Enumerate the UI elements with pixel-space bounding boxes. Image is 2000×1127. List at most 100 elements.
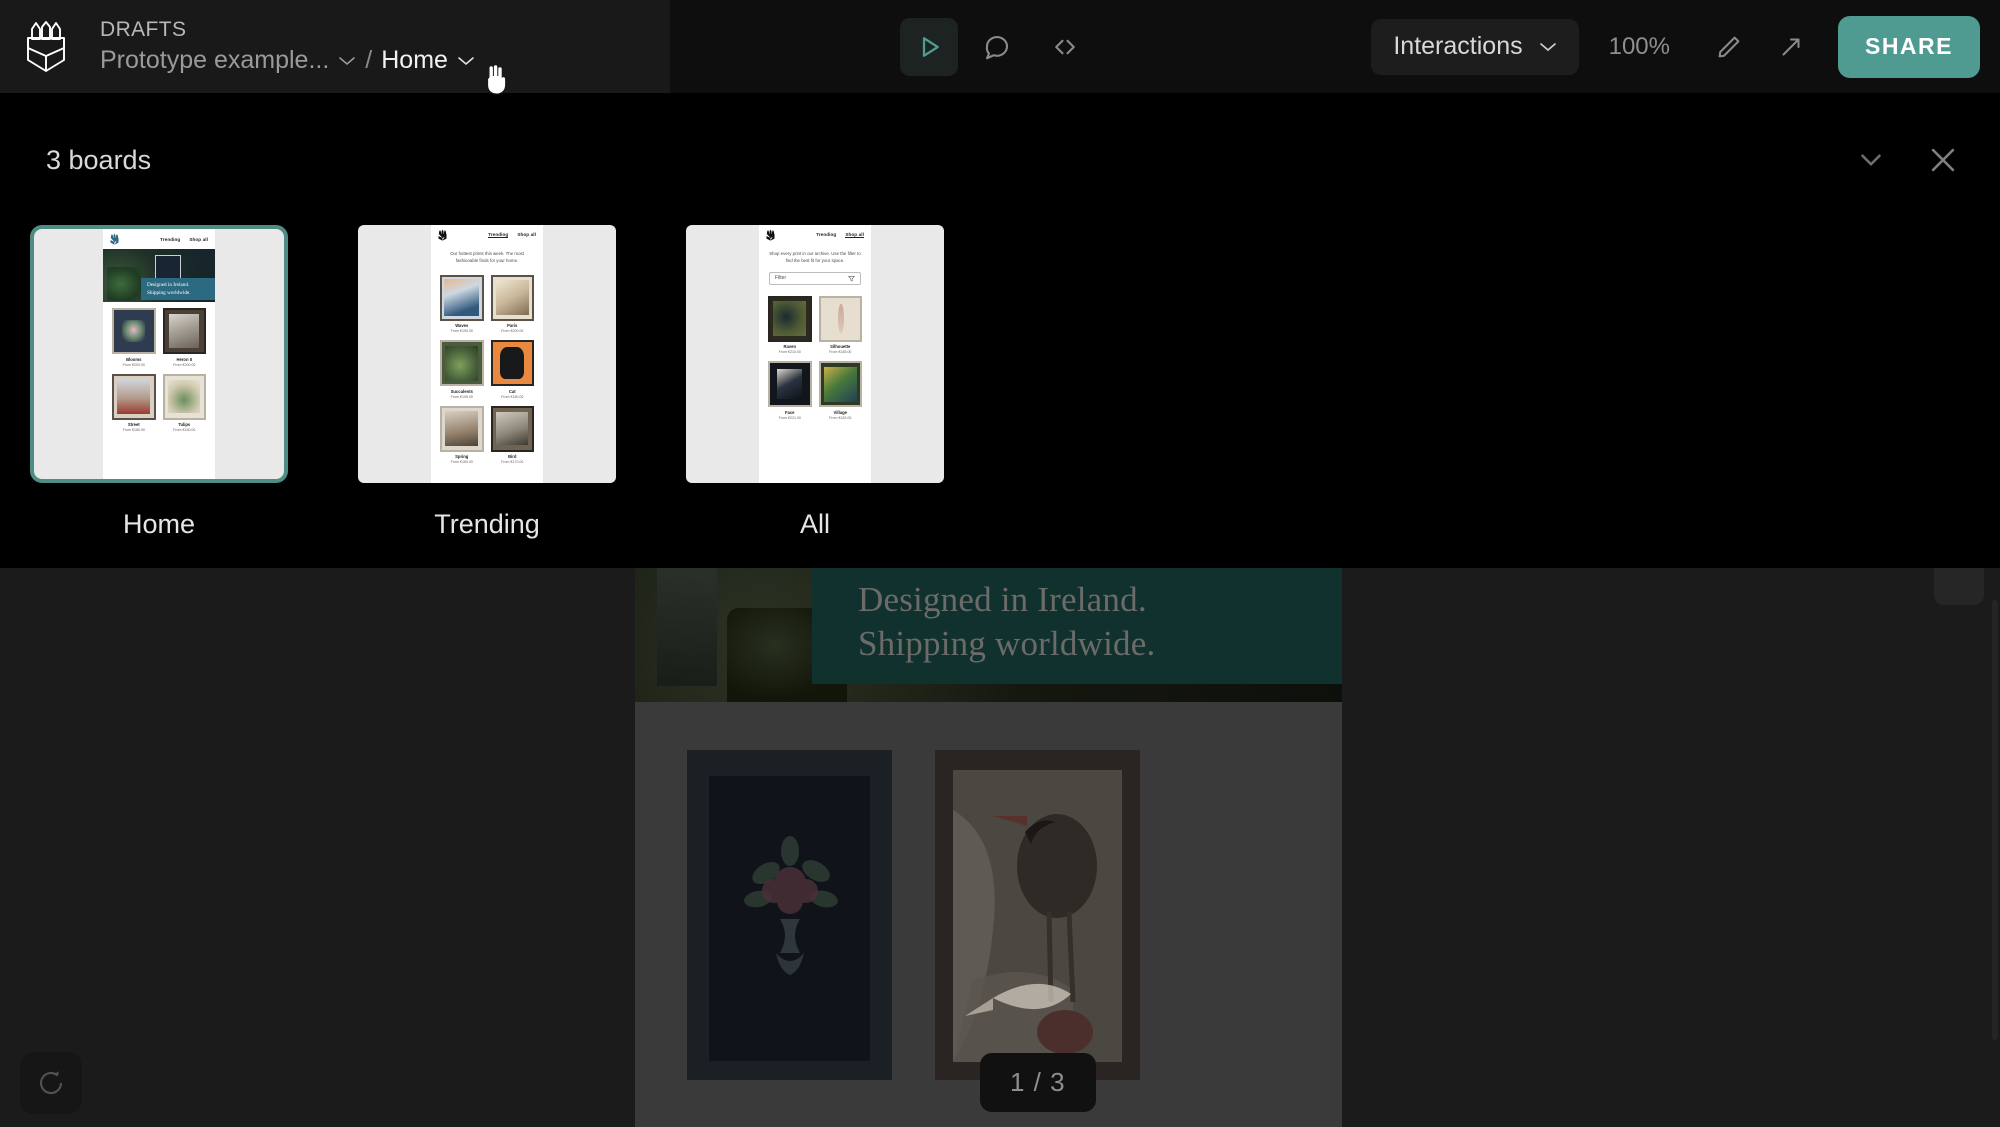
mini-nav-links: Trending Shop all: [160, 237, 208, 242]
mini-product-card[interactable]: Silhouette From €185.00: [818, 295, 862, 355]
mini-product-price: From €210.00: [778, 350, 801, 355]
mini-nav-trending[interactable]: Trending: [488, 232, 509, 238]
mini-nav: Trending Shop all: [759, 225, 871, 245]
restart-icon: [39, 1071, 63, 1095]
mini-product-name: Raven: [783, 344, 797, 350]
mini-product-name: Paris: [507, 323, 518, 329]
mini-product-price: From €190.00: [450, 329, 473, 334]
close-icon[interactable]: [1926, 143, 1960, 177]
interactions-dropdown[interactable]: Interactions: [1371, 18, 1579, 75]
mini-product-card[interactable]: Face From €221.00: [768, 361, 812, 420]
mini-product-price: From €160.00: [450, 460, 473, 465]
boards-overlay-panel: 3 boards Trending Shop all Designed in Ire…: [0, 93, 2000, 568]
boards-count-label: 3 boards: [46, 145, 152, 175]
mini-nav-trending[interactable]: Trending: [816, 232, 836, 238]
mini-product-card[interactable]: Raven From €210.00: [768, 295, 812, 355]
mini-product-card[interactable]: Paris From €200.00: [490, 274, 534, 333]
board-chevron-down-icon[interactable]: [457, 55, 475, 66]
boards-panel-actions: [1854, 143, 1960, 177]
mini-filter-label: Filter: [775, 275, 787, 282]
zoom-level-label[interactable]: 100%: [1583, 33, 1696, 61]
mini-nav-trending[interactable]: Trending: [160, 237, 180, 242]
project-chevron-down-icon[interactable]: [338, 55, 356, 66]
mini-nav-shop-all[interactable]: Shop all: [517, 232, 536, 238]
mini-product-grid: Raven From €210.00 Silhouette From €185.00 F…: [759, 290, 871, 420]
mini-product-card[interactable]: Village From €183.00: [818, 361, 862, 420]
workspace-label: DRAFTS: [100, 18, 187, 41]
mini-nav-shop-all[interactable]: Shop all: [189, 237, 208, 242]
pencil-icon: [1718, 36, 1740, 57]
expand-arrow-icon: [1782, 38, 1800, 55]
board-item-trending[interactable]: Trending Shop all Our hottest prints this …: [358, 225, 616, 540]
mini-product-artwork: [818, 361, 862, 408]
mini-product-name: Tulips: [178, 422, 191, 427]
mini-product-artwork: [112, 373, 156, 420]
boards-list: Trending Shop all Designed in Ireland. Ship…: [30, 225, 944, 540]
artwork-card-blooms[interactable]: [687, 750, 892, 1080]
mini-product-price: From €185.00: [829, 350, 852, 355]
project-name[interactable]: Prototype example...: [100, 46, 329, 75]
mini-product-card[interactable]: Heron II From €200.00: [162, 308, 206, 367]
mini-product-artwork: [490, 340, 534, 387]
mini-product-price: From €183.00: [829, 415, 852, 420]
pencil-button[interactable]: [1700, 18, 1758, 76]
mini-product-card[interactable]: Waves From €190.00: [440, 274, 484, 334]
project-breadcrumb-area: DRAFTS Prototype example... / Home: [0, 0, 670, 93]
breadcrumb: DRAFTS Prototype example... / Home: [100, 18, 475, 75]
board-item-all[interactable]: Trending Shop all Shop every print in our …: [686, 225, 944, 540]
board-thumbnail[interactable]: Trending Shop all Designed in Ireland. Ship…: [30, 225, 288, 483]
mini-hero: Designed in Ireland. Shipping worldwide.: [103, 249, 215, 302]
share-button[interactable]: SHARE: [1838, 15, 1980, 78]
restart-button[interactable]: [20, 1052, 82, 1114]
chevron-down-icon[interactable]: [1854, 143, 1888, 177]
board-item-home[interactable]: Trending Shop all Designed in Ireland. Ship…: [30, 225, 288, 540]
hero-banner: Designed in Ireland. Shipping worldwide.: [812, 560, 1342, 684]
board-thumbnail[interactable]: Trending Shop all Shop every print in our …: [686, 225, 944, 483]
mini-product-card[interactable]: Succulents From €195.00: [440, 340, 484, 399]
hero-line-1: Designed in Ireland.: [858, 580, 1147, 620]
mini-product-card[interactable]: Bird From €170.00: [490, 405, 534, 465]
pencils-box-logo[interactable]: [22, 20, 70, 73]
chevron-down-icon: [1539, 43, 1556, 52]
mini-product-card[interactable]: Tulips From €150.00: [162, 373, 206, 432]
mini-product-price: From €221.00: [778, 415, 801, 420]
mini-product-card[interactable]: Blooms From €200.00: [112, 308, 156, 367]
mini-product-price: From €180.00: [122, 428, 145, 432]
mini-product-artwork: [162, 373, 206, 420]
mini-nav-shop-all[interactable]: Shop all: [845, 232, 864, 238]
comment-button[interactable]: [968, 18, 1026, 76]
artwork-card-heron[interactable]: [935, 750, 1140, 1080]
play-icon: [922, 36, 939, 57]
mini-product-price: From €150.00: [173, 428, 196, 432]
breadcrumb-separator: /: [365, 46, 373, 74]
comment-icon: [985, 35, 1009, 59]
mini-product-price: From €170.00: [501, 460, 524, 465]
board-label: All: [799, 509, 830, 539]
prototype-device-frame: Designed in Ireland. Shipping worldwide.: [635, 560, 1342, 1127]
current-board-name[interactable]: Home: [381, 46, 448, 75]
page-indicator: 1 / 3: [980, 1053, 1096, 1112]
mini-logo-icon: [438, 229, 447, 241]
interactions-label: Interactions: [1393, 32, 1523, 60]
play-button[interactable]: [900, 17, 958, 76]
mini-screen: Trending Shop all Shop every print in our …: [759, 225, 871, 483]
artwork-mat: [953, 770, 1122, 1062]
hero-line-2: Shipping worldwide.: [858, 624, 1156, 663]
mini-product-name: Village: [833, 409, 847, 415]
mini-product-card[interactable]: Spring From €160.00: [440, 405, 484, 465]
mini-product-name: Heron II: [176, 356, 193, 362]
board-label: Trending: [434, 509, 540, 539]
mini-product-name: Face: [784, 409, 795, 415]
mini-product-card[interactable]: Cat From €180.00: [490, 340, 534, 399]
toolbar-right-actions: Interactions 100% SHARE: [1371, 0, 1980, 93]
board-thumbnail[interactable]: Trending Shop all Our hottest prints this …: [358, 225, 616, 483]
mini-filter-dropdown[interactable]: Filter: [769, 271, 861, 285]
mini-product-card[interactable]: Street From €180.00: [112, 373, 156, 432]
mini-description: Our hottest prints this week. The most f…: [450, 251, 524, 263]
canvas-scrollbar[interactable]: [1992, 600, 1998, 1040]
fullscreen-button[interactable]: [1762, 18, 1820, 76]
mini-product-name: Cat: [508, 388, 516, 394]
mini-hero-banner: Designed in Ireland. Shipping worldwide.: [141, 278, 215, 300]
mini-product-name: Bird: [508, 454, 517, 460]
code-button[interactable]: [1036, 18, 1094, 76]
